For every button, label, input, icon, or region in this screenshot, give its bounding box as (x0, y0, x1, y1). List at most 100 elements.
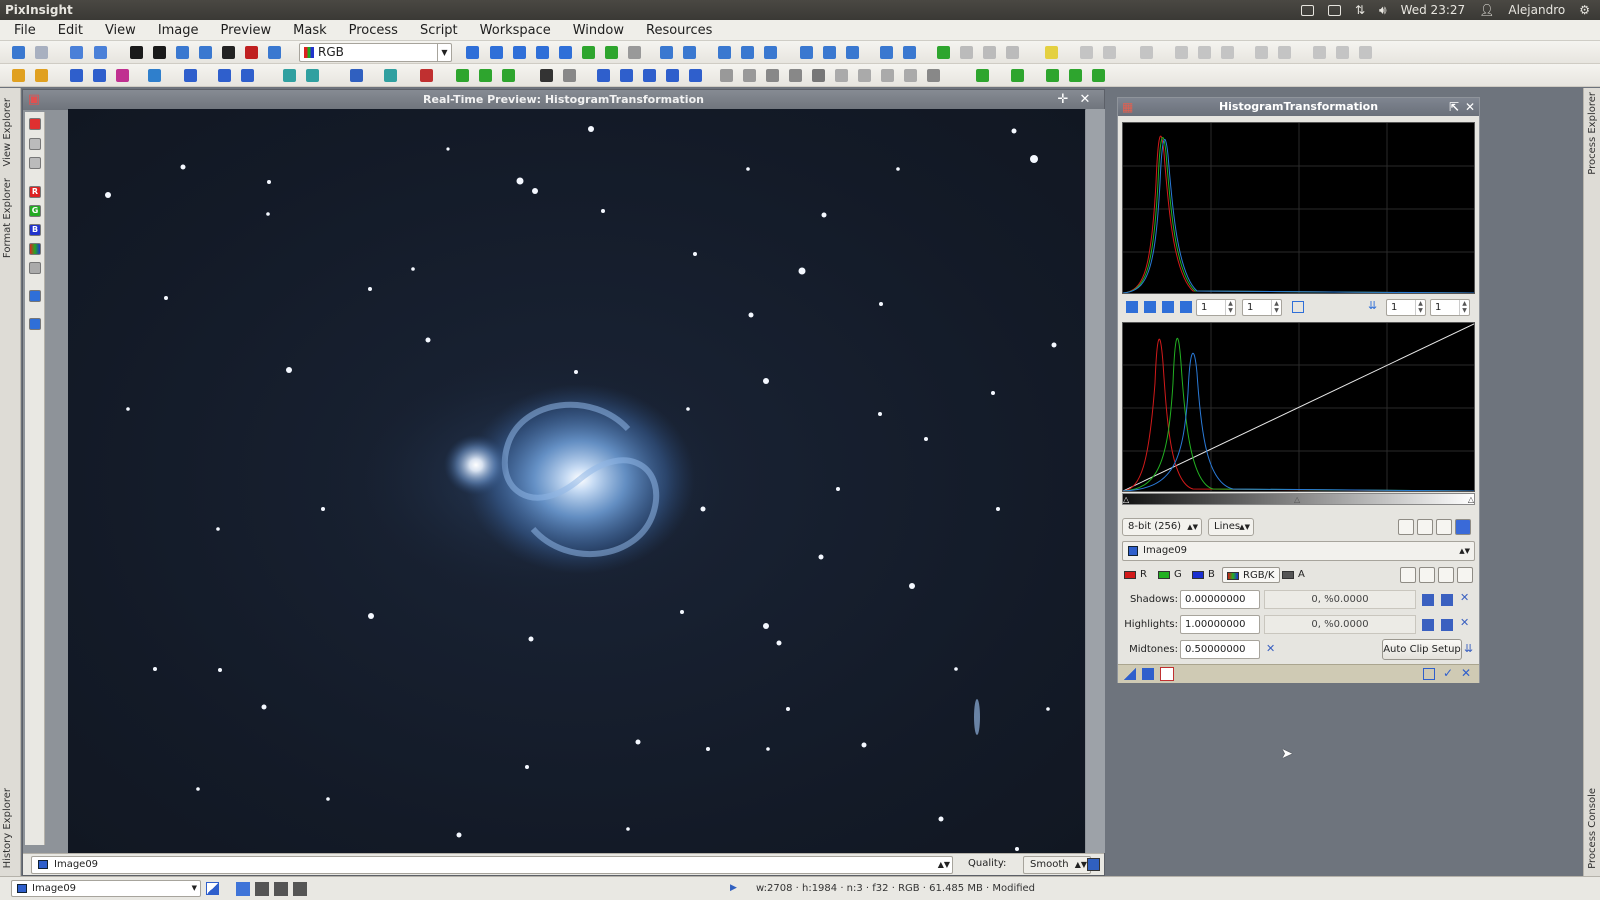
process-q-icon[interactable] (563, 69, 576, 82)
channel-rgbk[interactable]: RGB/K (1222, 567, 1281, 583)
tool-i-icon[interactable] (1313, 46, 1326, 59)
zoom-1-2-icon[interactable] (741, 46, 754, 59)
view-mode-2-icon[interactable] (255, 882, 269, 896)
histogram-log-icon[interactable] (1417, 519, 1433, 535)
mail-icon[interactable] (1327, 4, 1341, 16)
menu-mask[interactable]: Mask (282, 23, 337, 38)
gray-1-icon[interactable] (766, 69, 779, 82)
channel-alpha[interactable]: A (1282, 567, 1305, 583)
view-mode-1-icon[interactable] (236, 882, 250, 896)
process-b-icon[interactable] (93, 69, 106, 82)
clip-icon[interactable] (1422, 619, 1434, 631)
zoom-fit-icon[interactable] (490, 46, 503, 59)
histogram-plot-icon[interactable] (1398, 519, 1414, 535)
process-i-icon[interactable] (306, 69, 319, 82)
midtones-input[interactable]: 0.50000000 (1180, 640, 1260, 659)
auto-clip-setup-button[interactable]: Auto Clip Setup (1382, 639, 1462, 660)
quality-select[interactable]: Smooth ▲▼ (1023, 856, 1091, 874)
grid-icon[interactable] (1455, 519, 1471, 535)
window-mode-icon[interactable] (29, 318, 41, 330)
apply-check-icon[interactable]: ✓ (1443, 666, 1453, 680)
channel-green[interactable]: G (1158, 567, 1182, 583)
tab-view-explorer[interactable]: View Explorer (2, 98, 13, 167)
tab-process-console[interactable]: Process Console (1587, 788, 1598, 869)
mask-icon[interactable] (245, 46, 258, 59)
clock[interactable]: Wed 23:27 (1401, 3, 1466, 17)
midtones-gradient-bar[interactable]: △ △ △ (1122, 493, 1475, 505)
undo-icon[interactable] (12, 46, 25, 59)
workspace-1-icon[interactable] (937, 46, 950, 59)
highlights-marker-icon[interactable]: △ (1468, 495, 1474, 504)
red-channel-icon[interactable]: R (29, 186, 41, 198)
menu-script[interactable]: Script (409, 23, 469, 38)
view-mode-3-icon[interactable] (274, 882, 288, 896)
channel-blue[interactable]: B (1192, 567, 1215, 583)
readout-icon[interactable] (1126, 301, 1138, 313)
gray-6-icon[interactable] (881, 69, 894, 82)
tool-e-icon[interactable] (1198, 46, 1211, 59)
green-channel-icon[interactable]: G (29, 205, 41, 217)
preview-options-icon[interactable] (1087, 858, 1100, 871)
center-icon[interactable] (559, 46, 572, 59)
tool-b-icon[interactable] (1103, 46, 1116, 59)
zoom-mode-icon[interactable] (513, 46, 526, 59)
contrast-icon[interactable] (222, 46, 235, 59)
black-point-icon[interactable] (1419, 567, 1435, 583)
white-point-icon[interactable] (1438, 567, 1454, 583)
display-icon[interactable] (153, 46, 166, 59)
readout-mode-icon[interactable] (466, 46, 479, 59)
gray-5-icon[interactable] (858, 69, 871, 82)
process-d-icon[interactable] (148, 69, 161, 82)
gray-8-icon[interactable] (927, 69, 940, 82)
reset-shadows-icon[interactable]: ✕ (1460, 591, 1472, 604)
volume-icon[interactable]: 🔊︎ (1379, 3, 1387, 18)
workspace-4-icon[interactable] (1006, 46, 1019, 59)
user-name[interactable]: Alejandro (1508, 3, 1565, 17)
graph-style-select[interactable]: Lines ▲▼ (1208, 518, 1254, 536)
zoom-1-1-icon[interactable] (718, 46, 731, 59)
green-frame-e-icon[interactable] (1092, 69, 1105, 82)
process-a-icon[interactable] (70, 69, 83, 82)
new-preview-icon[interactable] (582, 46, 595, 59)
notes-icon[interactable] (1300, 4, 1314, 16)
view-mode-icon[interactable] (29, 290, 41, 302)
target-view-select[interactable]: Image09 ▲▼ (1122, 541, 1475, 561)
process-e-icon[interactable] (184, 69, 197, 82)
page-icon[interactable] (206, 882, 219, 895)
tool-c-icon[interactable] (1140, 46, 1153, 59)
alpha-channel-icon[interactable] (29, 262, 41, 274)
clone-tool-icon[interactable] (29, 157, 41, 169)
menu-resources[interactable]: Resources (635, 23, 723, 38)
menu-window[interactable]: Window (562, 23, 635, 38)
reset-highlights-icon[interactable]: ✕ (1460, 616, 1472, 629)
gray-7-icon[interactable] (904, 69, 917, 82)
menu-image[interactable]: Image (147, 23, 210, 38)
real-time-preview-icon[interactable] (1160, 667, 1174, 681)
new-image-icon[interactable] (70, 46, 83, 59)
resolution-select[interactable]: 8-bit (256) ▲▼ (1122, 518, 1202, 536)
process-f-icon[interactable] (218, 69, 231, 82)
tab-format-explorer[interactable]: Format Explorer (2, 178, 13, 258)
spin-arrows-icon[interactable]: ▲ ▼ (1225, 300, 1235, 315)
preview-view-select[interactable]: Image09 ▲▼ (31, 856, 953, 874)
tab-history-explorer[interactable]: History Explorer (2, 788, 13, 868)
process-l-icon[interactable] (420, 69, 433, 82)
mirror-icon[interactable] (666, 69, 679, 82)
new-instance-icon[interactable] (1124, 668, 1136, 680)
input-histogram[interactable] (1122, 122, 1475, 294)
reset-midtones-icon[interactable]: ✕ (1266, 642, 1278, 655)
pan-mode-icon[interactable] (1180, 301, 1192, 313)
menu-edit[interactable]: Edit (47, 23, 94, 38)
zoom-fit-icon[interactable] (1144, 301, 1156, 313)
menu-process[interactable]: Process (338, 23, 409, 38)
cascade-icon[interactable] (846, 46, 859, 59)
process-o-icon[interactable] (502, 69, 515, 82)
shade-icon[interactable]: ⇱ (1449, 98, 1459, 116)
midtones-marker-icon[interactable]: △ (1294, 495, 1300, 504)
select-icon[interactable] (628, 46, 641, 59)
stf-icon[interactable] (199, 46, 212, 59)
play-icon[interactable]: ▶ (730, 883, 737, 893)
menu-file[interactable]: File (0, 23, 47, 38)
pin-icon[interactable]: ✛ (1056, 90, 1070, 110)
process-c-icon[interactable] (116, 69, 129, 82)
